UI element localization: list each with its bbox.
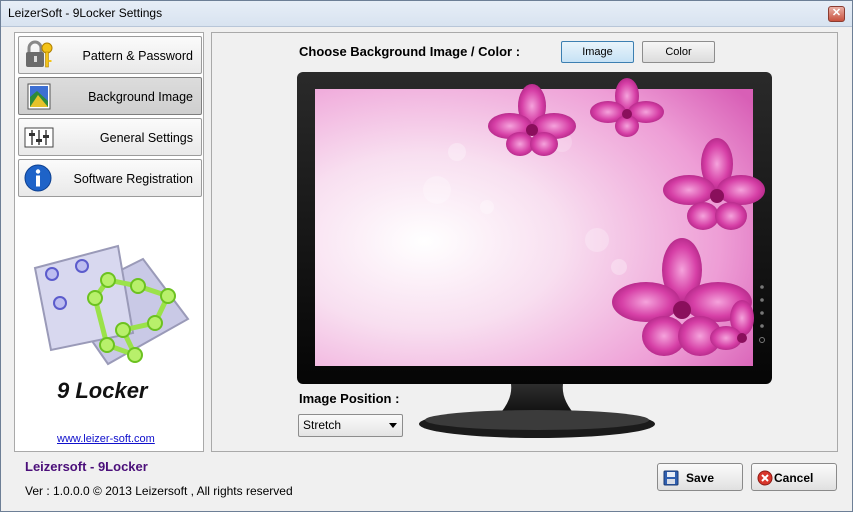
- floppy-disk-icon: [663, 470, 679, 486]
- sidebar-item-general-settings[interactable]: General Settings: [18, 118, 202, 156]
- settings-window: LeizerSoft - 9Locker Settings ✕ Pattern …: [0, 0, 853, 512]
- sliders-icon: [24, 127, 54, 148]
- window-title: LeizerSoft - 9Locker Settings: [8, 6, 163, 20]
- picture-icon: [27, 83, 51, 110]
- sidebar-item-label: Pattern & Password: [82, 49, 193, 63]
- save-label: Save: [686, 471, 715, 485]
- title-bar: LeizerSoft - 9Locker Settings ✕: [1, 1, 852, 27]
- image-position-select[interactable]: Stretch: [298, 414, 403, 437]
- cancel-button[interactable]: Cancel: [751, 463, 837, 491]
- sidebar-item-label: Background Image: [88, 90, 193, 104]
- website-link[interactable]: www.leizer-soft.com: [57, 433, 155, 445]
- info-icon: [24, 164, 52, 192]
- image-button[interactable]: Image: [561, 41, 634, 63]
- main-panel: Choose Background Image / Color : Image …: [211, 32, 838, 452]
- color-button[interactable]: Color: [642, 41, 715, 63]
- sidebar: Pattern & Password Background Image Gene…: [14, 32, 204, 452]
- sidebar-item-label: Software Registration: [73, 172, 193, 186]
- chevron-down-icon: [389, 423, 397, 428]
- image-position-label: Image Position :: [299, 391, 400, 406]
- sidebar-item-pattern-password[interactable]: Pattern & Password: [18, 36, 202, 74]
- image-position-value: Stretch: [303, 418, 342, 432]
- cancel-label: Cancel: [774, 471, 814, 485]
- padlock-key-icon: [26, 40, 53, 68]
- save-button[interactable]: Save: [657, 463, 743, 491]
- cancel-icon: [757, 470, 773, 486]
- sidebar-item-background-image[interactable]: Background Image: [18, 77, 202, 115]
- sidebar-item-software-registration[interactable]: Software Registration: [18, 159, 202, 197]
- app-name: Leizersoft - 9Locker: [25, 459, 148, 474]
- pattern-lock-logo: [33, 244, 190, 366]
- logo-text: 9 Locker: [57, 378, 148, 403]
- sidebar-item-label: General Settings: [99, 131, 193, 145]
- close-button[interactable]: ✕: [828, 6, 845, 22]
- version-text: Ver : 1.0.0.0 © 2013 Leizersoft , All ri…: [25, 484, 293, 498]
- choose-background-label: Choose Background Image / Color :: [299, 44, 521, 59]
